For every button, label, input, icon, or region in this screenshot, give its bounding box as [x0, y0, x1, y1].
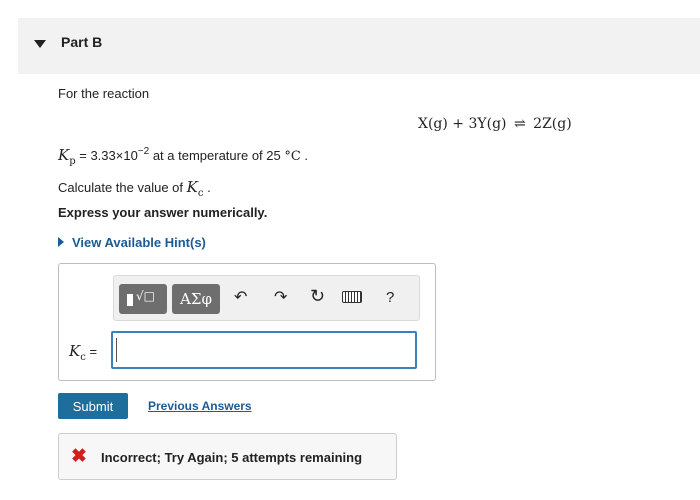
radical-template-icon: √□	[136, 289, 155, 303]
kc-symbol: Kc	[186, 178, 204, 199]
text-cursor	[116, 338, 117, 362]
feedback-message: Incorrect; Try Again; 5 attempts remaini…	[101, 450, 363, 465]
submit-button[interactable]: Submit	[58, 393, 128, 419]
kp-exponent: −2	[137, 146, 150, 157]
error-x-icon: ✖	[71, 446, 87, 467]
equation-products: 2Z(g)	[533, 116, 572, 132]
feedback-banner: ✖ Incorrect; Try Again; 5 attempts remai…	[58, 433, 397, 480]
kp-statement: Kp = 3.33×10−2 at a temperature of 25 °C…	[58, 146, 309, 167]
kp-value: = 3.33×10	[75, 148, 138, 163]
calculate-prompt: Calculate the value of Kc .	[58, 178, 211, 199]
kp-symbol: Kp	[58, 146, 76, 167]
square-icon	[127, 294, 133, 306]
kc-answer-input[interactable]	[111, 331, 417, 369]
math-toolbar: √□ ΑΣφ ↶ ↷ ↻ ?	[113, 275, 420, 321]
undo-icon[interactable]: ↶	[234, 288, 247, 308]
question-intro: For the reaction	[58, 86, 150, 101]
view-hints-link[interactable]: View Available Hint(s)	[58, 235, 206, 250]
collapse-triangle-icon[interactable]	[34, 40, 46, 48]
answer-box: √□ ΑΣφ ↶ ↷ ↻ ? Kc =	[58, 263, 436, 381]
equilibrium-arrow-icon: ⇌	[513, 116, 526, 132]
templates-button[interactable]: √□	[119, 284, 167, 314]
expand-triangle-icon	[58, 237, 64, 247]
hint-label: View Available Hint(s)	[72, 235, 206, 250]
temperature-unit: °C	[284, 149, 301, 164]
express-instruction: Express your answer numerically.	[58, 205, 268, 220]
redo-icon[interactable]: ↷	[274, 288, 287, 308]
keyboard-icon[interactable]	[342, 291, 362, 303]
part-header[interactable]: Part B	[18, 18, 700, 74]
equation-reactants: X(g) + 3Y(g)	[418, 116, 507, 132]
reset-icon[interactable]: ↻	[310, 286, 325, 306]
kp-tail: at a temperature of 25	[149, 148, 285, 163]
previous-answers-link[interactable]: Previous Answers	[148, 399, 252, 413]
help-icon[interactable]: ?	[386, 288, 394, 308]
kc-label: Kc =	[69, 342, 98, 363]
symbols-button[interactable]: ΑΣφ	[172, 284, 220, 314]
reaction-equation: X(g) + 3Y(g) ⇌ 2Z(g)	[418, 116, 572, 132]
part-title: Part B	[61, 34, 103, 50]
